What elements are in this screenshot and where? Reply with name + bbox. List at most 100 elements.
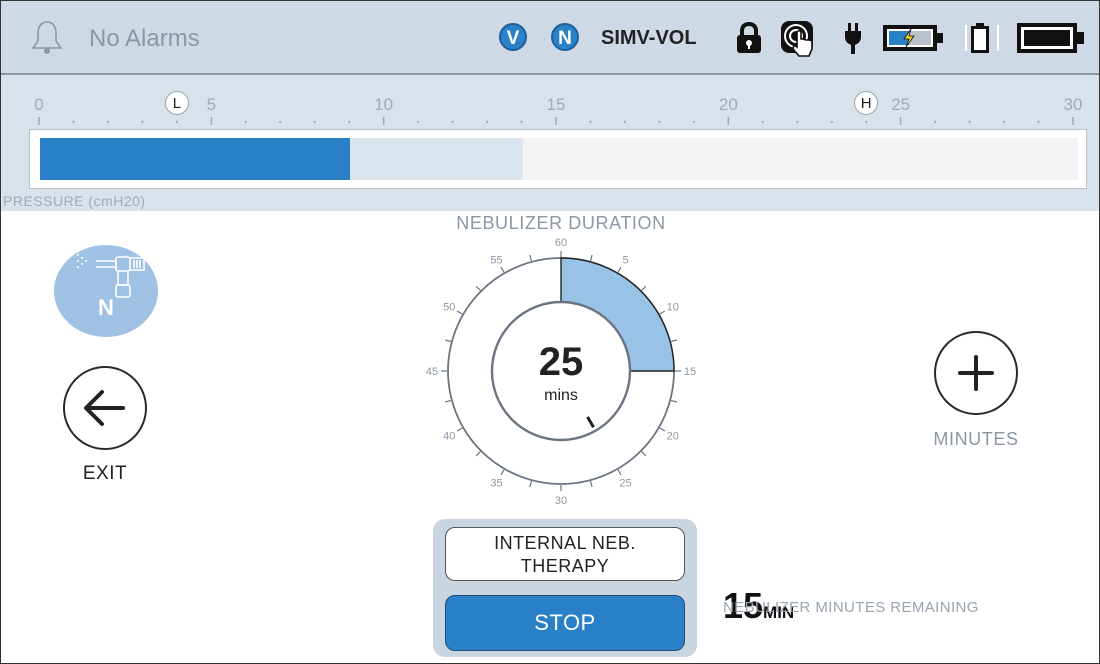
dial-tick: [589, 254, 593, 262]
status-header: No Alarms V N SIMV-VOL: [1, 1, 1099, 75]
scale-minor-tick: [865, 120, 868, 124]
ac-plug-icon: [845, 23, 861, 54]
stop-button[interactable]: STOP: [445, 595, 685, 651]
scale-tick-label: 30: [1063, 95, 1083, 114]
therapy-label-line1: INTERNAL NEB.: [494, 533, 636, 553]
scale-tick-label: 25: [891, 95, 911, 114]
dial-tick: [500, 266, 505, 273]
pressure-bar-track: [40, 138, 1078, 180]
dial-tick: [670, 399, 678, 403]
scale-tick-label: 15: [546, 95, 566, 114]
scale-minor-tick: [451, 120, 454, 124]
scale-minor-tick: [72, 120, 75, 124]
bell-icon: [31, 21, 63, 54]
high-limit-marker[interactable]: H: [854, 91, 879, 115]
dial-value: 25: [538, 340, 584, 384]
dial-tick: [641, 451, 647, 457]
internal-neb-therapy-button[interactable]: INTERNAL NEB. THERAPY: [445, 527, 685, 581]
battery-full-icon: [1017, 23, 1084, 53]
dial-tick: [589, 480, 593, 488]
nebulizer-duration-title: NEBULIZER DURATION: [456, 213, 666, 233]
scale-minor-tick: [1002, 120, 1006, 124]
low-limit-marker[interactable]: L: [164, 91, 189, 115]
scale-minor-tick: [933, 120, 937, 124]
dial-tick-label: 15: [684, 366, 696, 378]
dial-tick-label: 5: [622, 254, 628, 266]
dial-tick: [659, 310, 666, 315]
battery-small-icon: [965, 23, 999, 53]
scale-minor-tick: [313, 120, 316, 124]
scale-minor-tick: [589, 120, 592, 124]
dial-tick: [475, 285, 481, 291]
pressure-current-fill: [40, 138, 351, 180]
n-mode-badge[interactable]: N: [551, 23, 579, 51]
dial-tick: [641, 285, 647, 291]
exit-button[interactable]: [63, 366, 147, 450]
dial-tick-label: 30: [555, 495, 567, 507]
plus-icon: [958, 355, 994, 391]
minutes-label: MINUTES: [933, 429, 1019, 449]
dial-tick: [444, 399, 452, 403]
scale-minor-tick: [692, 120, 696, 124]
lock-icon[interactable]: [734, 21, 764, 55]
therapy-control-panel: INTERNAL NEB. THERAPY STOP: [433, 519, 697, 657]
ventilation-mode[interactable]: SIMV-VOL: [601, 27, 697, 50]
exit-label: EXIT: [82, 463, 128, 484]
pressure-label: PRESSURE (cmH20): [3, 193, 146, 209]
arrow-left-icon: [84, 390, 125, 426]
therapy-label-line2: THERAPY: [520, 556, 610, 576]
scale-minor-tick: [623, 120, 627, 124]
dial-tick: [617, 266, 622, 273]
pressure-bar: [29, 129, 1087, 189]
scale-minor-tick: [416, 120, 420, 124]
scale-minor-tick: [485, 120, 489, 124]
scale-minor-tick: [520, 120, 523, 124]
increase-minutes-button[interactable]: [934, 331, 1018, 415]
pressure-scale: 0 5 10 15 20 25 30 L H PRESSURE (cmH20): [1, 75, 1099, 211]
scale-minor-tick: [141, 120, 144, 124]
dial-tick: [529, 480, 533, 488]
scale-minor-tick: [279, 120, 282, 124]
dial-tick-label: 45: [426, 366, 438, 378]
dial-tick-label: 20: [667, 431, 679, 443]
remaining-label: NEBULIZER MINUTES REMAINING: [723, 599, 979, 616]
dial-tick-label: 50: [443, 302, 455, 314]
battery-charging-icon: [883, 25, 943, 51]
touch-icon[interactable]: [779, 19, 821, 59]
dial-tick: [456, 427, 463, 432]
dial-tick-label: 25: [619, 478, 631, 490]
dial-tick: [670, 339, 678, 343]
dial-tick: [500, 469, 505, 476]
dial-tick-label: 40: [443, 431, 455, 443]
scale-minor-tick: [830, 120, 833, 124]
dial-tick: [529, 254, 533, 262]
scale-minor-tick: [348, 120, 351, 124]
alarm-status-text: No Alarms: [89, 25, 200, 52]
scale-tick-label: 0: [34, 95, 44, 114]
dial-tick: [456, 310, 463, 315]
dial-tick: [617, 469, 622, 476]
dial-tick-label: 60: [555, 237, 567, 249]
dial-tick-label: 10: [667, 302, 679, 314]
scale-minor-tick: [106, 120, 110, 124]
ventilator-screen: No Alarms V N SIMV-VOL 0 5 10 15 20 25 3…: [0, 0, 1100, 664]
scale-tick-label: 10: [374, 95, 394, 114]
dial-unit: mins: [544, 387, 578, 404]
dial-tick-label: 55: [490, 254, 502, 266]
scale-tick-label: 20: [718, 95, 738, 114]
dial-tick-label: 35: [490, 478, 502, 490]
dial-tick: [659, 427, 666, 432]
nebulizer-icon-letter: N: [98, 295, 114, 320]
scale-minor-tick: [1037, 120, 1040, 124]
scale-minor-tick: [244, 120, 247, 124]
scale-minor-tick: [968, 120, 971, 124]
dial-tick: [475, 451, 481, 457]
dial-tick: [444, 339, 452, 343]
scale-minor-tick: [658, 120, 661, 124]
nebulizer-icon: N: [54, 245, 158, 337]
scale-minor-tick: [761, 120, 764, 124]
scale-minor-tick: [796, 120, 799, 124]
scale-minor-tick: [175, 120, 179, 124]
scale-tick-label: 5: [206, 95, 217, 114]
v-mode-badge[interactable]: V: [499, 23, 527, 51]
